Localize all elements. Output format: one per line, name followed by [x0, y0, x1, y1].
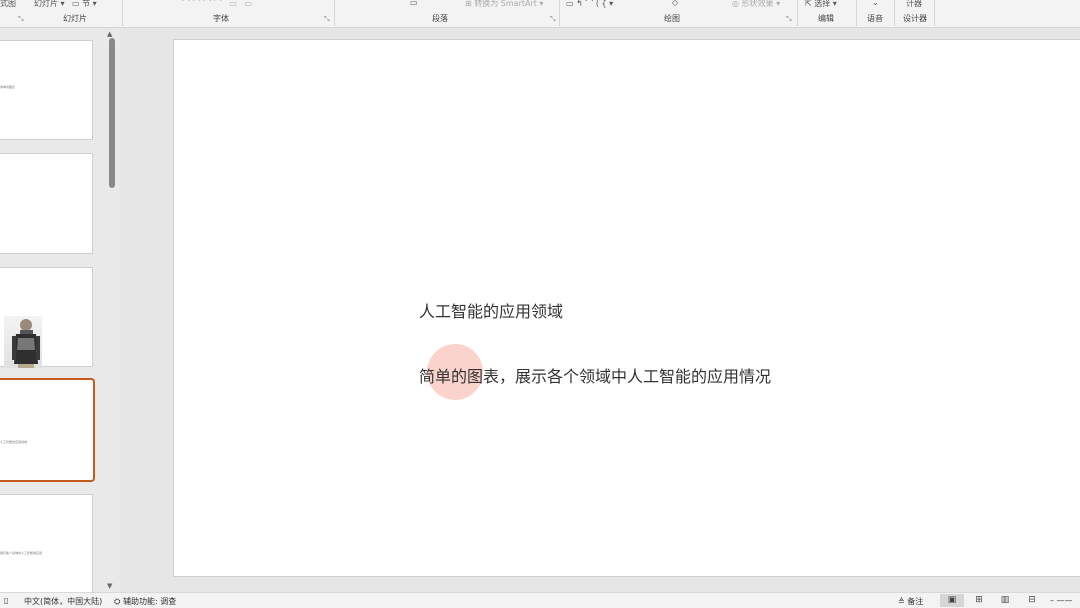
group-label-drawing: 绘图 [664, 14, 680, 23]
thumbnail-scrollbar[interactable] [109, 38, 115, 188]
slide-thumbnail-1[interactable]: 简单的图表 [0, 40, 93, 140]
accessibility-icon: ⛭ [114, 597, 123, 606]
language-indicator[interactable]: 中文(简体，中国大陆) [24, 596, 102, 607]
drawing-launcher-icon[interactable]: ⤡ [786, 15, 792, 24]
font-launcher-icon[interactable]: ⤡ [324, 15, 330, 24]
thumbnail-image [4, 316, 42, 368]
notes-icon: ≜ [898, 597, 908, 606]
group-label-font: 字体 [213, 14, 229, 23]
status-bar: ▯ 中文(简体，中国大陆) ⛭ 辅助功能: 调查 ≜ 备注 ▣ ⊞ ▥ ⊟ – … [0, 592, 1080, 608]
ribbon-separator [894, 0, 895, 26]
select-button[interactable]: ⇱ 选择 ▾ [805, 0, 837, 9]
arrange-icon[interactable]: ◇ [672, 0, 678, 7]
normal-view-icon[interactable]: ▣ [940, 594, 964, 607]
section-label: 节 ▾ [82, 0, 97, 8]
group-label-editing: 编辑 [818, 14, 834, 23]
scroll-down-arrow-icon[interactable]: ▼ [107, 582, 112, 590]
select-label: 选择 ▾ [814, 0, 837, 8]
section-button[interactable]: ▭ 节 ▾ [72, 0, 97, 9]
notes-button[interactable]: ≜ 备注 [898, 596, 923, 607]
smartart-label: 转换为 SmartArt ▾ [474, 0, 544, 8]
group-label-slides: 幻灯片 [63, 14, 87, 23]
group-label-voice: 语音 [867, 14, 883, 23]
new-slide-button[interactable]: 幻灯片 ▾ [34, 0, 65, 9]
slide-thumbnail-5[interactable]: 展示各个领域中人工智能的应用 [0, 494, 93, 594]
shape-effects-icon: ◎ [732, 0, 742, 8]
ribbon: 式图 幻灯片 ▾ ▭ 节 ▾ 幻灯片 ⤡ ⌒ ⌒ ⌒ ⌒ ▭ ▭ 字体 ⤡ ▭ … [0, 0, 1080, 28]
group-label-paragraph: 段落 [432, 14, 448, 23]
spellcheck-book-icon[interactable]: ▯ [4, 596, 8, 605]
cursor-icon: ⇱ [805, 0, 815, 8]
notes-label: 备注 [907, 597, 924, 606]
ribbon-separator [934, 0, 935, 26]
ribbon-separator [856, 0, 857, 26]
group-label-designer: 设计器 [903, 14, 927, 23]
slides-launcher-icon[interactable]: ⤡ [18, 15, 24, 24]
ribbon-separator [797, 0, 798, 26]
slide-thumbnail-pane: 简单的图表 人工智能的应用领域 展示各个领域中人工智能的应用 ▲ ▼ [0, 28, 120, 594]
zoom-slider[interactable]: – —— [1050, 596, 1073, 605]
paragraph-launcher-icon[interactable]: ⤡ [550, 15, 556, 24]
slideshow-view-icon[interactable]: ⊟ [1020, 594, 1044, 607]
slide-thumbnail-3[interactable] [0, 267, 93, 368]
shape-effects-label: 形状效果 ▾ [741, 0, 781, 8]
paragraph-icon[interactable]: ▭ [410, 0, 418, 7]
reading-view-icon[interactable]: ▥ [993, 594, 1017, 607]
layout-button[interactable]: 式图 [0, 0, 16, 9]
font-controls[interactable]: ⌒ ⌒ ⌒ ⌒ ▭ ▭ [182, 0, 252, 9]
ribbon-separator [559, 0, 560, 26]
shapes-gallery[interactable]: ▭ ↰ ⌒ ( { ▾ [566, 0, 613, 9]
designer-button[interactable]: 计器 [906, 0, 922, 9]
section-icon: ▭ [72, 0, 83, 8]
thumbnail-text: 人工智能的应用领域 [0, 440, 28, 444]
thumbnail-text: 展示各个领域中人工智能的应用 [0, 551, 43, 555]
accessibility-label: 辅助功能: 调查 [122, 597, 177, 606]
slide-title-text[interactable]: 人工智能的应用领域 [419, 298, 563, 322]
smartart-icon: ⊞ [465, 0, 475, 8]
ribbon-separator [122, 0, 123, 26]
convert-smartart-button[interactable]: ⊞ 转换为 SmartArt ▾ [465, 0, 543, 9]
robot-figure-icon [12, 319, 40, 368]
ribbon-separator [334, 0, 335, 26]
slide-body-text[interactable]: 简单的图表，展示各个领域中人工智能的应用情况 [419, 363, 771, 387]
thumbnail-text: 简单的图表 [0, 85, 16, 89]
powerpoint-window: 式图 幻灯片 ▾ ▭ 节 ▾ 幻灯片 ⤡ ⌒ ⌒ ⌒ ⌒ ▭ ▭ 字体 ⤡ ▭ … [0, 0, 1080, 608]
slide-canvas[interactable]: 人工智能的应用领域 简单的图表，展示各个领域中人工智能的应用情况 [173, 39, 1080, 577]
shape-effects-button[interactable]: ◎ 形状效果 ▾ [732, 0, 780, 9]
slide-sorter-view-icon[interactable]: ⊞ [967, 594, 991, 607]
scroll-up-arrow-icon[interactable]: ▲ [107, 30, 112, 38]
slide-thumbnail-2[interactable] [0, 153, 93, 254]
dictate-dropdown-icon[interactable]: ⌄ [872, 0, 879, 7]
accessibility-button[interactable]: ⛭ 辅助功能: 调查 [114, 596, 176, 607]
slide-thumbnail-4-selected[interactable]: 人工智能的应用领域 [0, 378, 95, 482]
